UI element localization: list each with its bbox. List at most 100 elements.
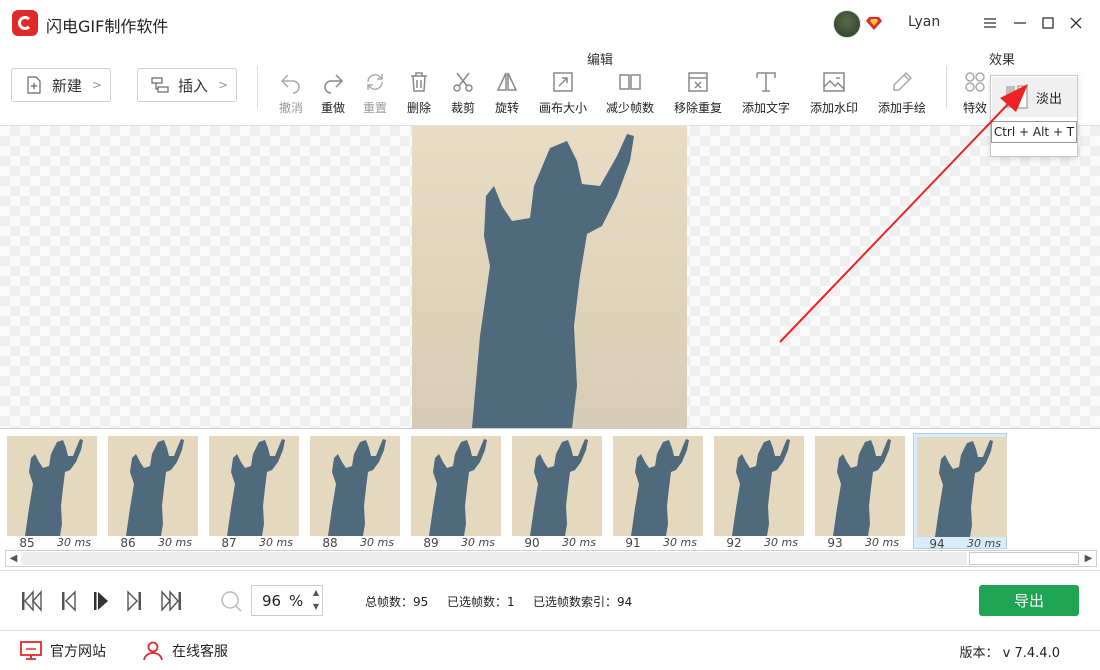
frame-delay: 30 ms <box>57 536 91 549</box>
play-icon[interactable] <box>89 589 113 613</box>
export-button[interactable]: 导出 <box>979 585 1079 616</box>
canvas-size-icon <box>553 72 573 92</box>
frame-thumbnail-image <box>310 436 400 536</box>
frame-delay: 30 ms <box>158 536 192 549</box>
frame-delay: 30 ms <box>259 536 293 549</box>
previous-frame-icon[interactable] <box>57 589 81 613</box>
new-button[interactable]: 新建 > <box>11 68 111 102</box>
frame-thumbnail-image <box>7 436 97 536</box>
canvas-size-button[interactable]: 画布大小 <box>533 70 593 116</box>
vip-diamond-icon[interactable] <box>866 16 882 30</box>
effects-icon <box>965 72 985 92</box>
text-icon <box>756 72 776 92</box>
frame-strip: 85 30 ms 86 30 ms 87 30 ms 88 30 ms 89 30 ms 90 30 … <box>0 428 1100 551</box>
rotate-button[interactable]: 旋转 <box>477 70 537 116</box>
rotate-label: 旋转 <box>494 101 519 115</box>
frame-thumbnail-image <box>108 436 198 536</box>
frame-thumbnail[interactable]: 94 30 ms <box>913 433 1007 551</box>
frame-thumbnail[interactable]: 87 30 ms <box>206 433 300 550</box>
scroll-right-icon[interactable]: ▶ <box>1081 551 1096 566</box>
frame-thumbnail[interactable]: 85 30 ms <box>4 433 98 550</box>
frame-thumbnail[interactable]: 92 30 ms <box>711 433 805 550</box>
insert-button[interactable]: 插入 > <box>137 68 237 102</box>
total-frames-text: 总帧数：95 <box>365 595 429 609</box>
selected-index-text: 已选帧数索引：94 <box>533 595 633 609</box>
frame-thumbnail[interactable]: 86 30 ms <box>105 433 199 550</box>
shortcut-tooltip: Ctrl + Alt + T <box>991 121 1077 143</box>
frame-number: 85 <box>19 536 35 550</box>
add-text-button[interactable]: 添加文字 <box>736 70 796 116</box>
last-frame-icon[interactable] <box>159 589 183 613</box>
maximize-icon[interactable] <box>1038 13 1058 33</box>
reset-icon <box>367 74 383 90</box>
reduce-frames-label: 减少帧数 <box>605 101 654 115</box>
toolbar-divider <box>257 66 258 108</box>
next-frame-icon[interactable] <box>122 589 146 613</box>
frame-number: 93 <box>827 536 843 550</box>
frame-thumbnail[interactable]: 91 30 ms <box>610 433 704 550</box>
chevron-right-icon: > <box>91 78 102 92</box>
minimize-icon[interactable] <box>1010 13 1030 33</box>
trash-icon <box>411 72 427 92</box>
username[interactable]: Lyan <box>908 14 940 30</box>
remove-duplicate-label: 移除重复 <box>673 101 722 115</box>
remove-duplicate-button[interactable]: 移除重复 <box>668 70 728 116</box>
frame-thumbnail-image <box>411 436 501 536</box>
menu-icon[interactable] <box>980 13 1000 33</box>
effects-group-label: 效果 <box>989 53 1016 68</box>
rotate-icon <box>496 72 518 91</box>
scroll-left-icon[interactable]: ◀ <box>6 551 21 566</box>
frame-thumbnail[interactable]: 90 30 ms <box>509 433 603 550</box>
reduce-frames-button[interactable]: 减少帧数 <box>600 70 660 116</box>
frame-number: 94 <box>929 537 945 551</box>
add-watermark-button[interactable]: 添加水印 <box>804 70 864 116</box>
frame-strip-scrollbar[interactable]: ◀ ▶ <box>5 550 1097 567</box>
toolbar: 编辑 效果 新建 > 插入 > 撤消 重做 重置 删除 裁剪 旋转 画布大小 减… <box>0 46 1100 126</box>
canvas-size-label: 画布大小 <box>538 101 587 115</box>
effects-popup-menu: 淡出 Ctrl + Alt + T <box>990 75 1078 157</box>
frame-number: 89 <box>423 536 439 550</box>
user-support-icon <box>143 641 163 661</box>
scrollbar-track[interactable] <box>21 552 967 565</box>
monitor-icon <box>20 641 42 660</box>
frame-thumbnail[interactable]: 88 30 ms <box>307 433 401 550</box>
frame-thumbnail[interactable]: 93 30 ms <box>812 433 906 550</box>
app-window: 闪电GIF制作软件 Lyan 编辑 效果 新建 > 插入 > 撤消 重做 重置 … <box>0 0 1100 670</box>
fade-out-label: 淡出 <box>1036 91 1063 107</box>
first-frame-icon[interactable] <box>20 589 44 613</box>
online-support-label: 在线客服 <box>172 644 228 660</box>
preview-canvas <box>0 126 1100 428</box>
official-website-link[interactable]: 官方网站 <box>20 641 106 661</box>
zoom-value[interactable]: 96 <box>262 592 281 610</box>
frame-delay: 30 ms <box>562 536 596 549</box>
user-avatar[interactable] <box>833 10 861 38</box>
zoom-up-icon[interactable]: ▲ <box>313 588 319 597</box>
frame-number: 88 <box>322 536 338 550</box>
reduce-frames-icon <box>619 74 641 90</box>
online-support-link[interactable]: 在线客服 <box>142 641 228 661</box>
fade-out-icon <box>1006 85 1028 109</box>
new-button-label: 新建 <box>52 76 83 95</box>
zoom-input[interactable]: 96 % ▲ ▼ <box>251 585 323 616</box>
app-title: 闪电GIF制作软件 <box>46 17 169 36</box>
chevron-right-icon: > <box>217 78 228 92</box>
add-drawing-button[interactable]: 添加手绘 <box>872 70 932 116</box>
title-bar: 闪电GIF制作软件 Lyan <box>0 0 1100 46</box>
current-frame-image <box>412 126 687 428</box>
scrollbar-thumb[interactable] <box>969 552 1079 565</box>
playback-bar: 96 % ▲ ▼ 总帧数：95 已选帧数：1 已选帧数索引：94 导出 <box>0 570 1100 630</box>
add-drawing-label: 添加手绘 <box>877 101 926 115</box>
frame-thumbnail-image <box>815 436 905 536</box>
frame-thumbnail-image <box>209 436 299 536</box>
frame-number: 87 <box>221 536 237 550</box>
version-text: 版本： v 7.4.4.0 <box>959 646 1060 661</box>
frame-delay: 30 ms <box>764 536 798 549</box>
frame-thumbnail[interactable]: 89 30 ms <box>408 433 502 550</box>
frame-number: 90 <box>524 536 540 550</box>
zoom-down-icon[interactable]: ▼ <box>313 602 319 611</box>
close-icon[interactable] <box>1066 13 1086 33</box>
new-file-icon <box>27 76 41 94</box>
frame-delay: 30 ms <box>865 536 899 549</box>
selected-count-text: 已选帧数：1 <box>447 595 515 609</box>
fade-out-menu-item[interactable]: 淡出 <box>992 77 1077 117</box>
